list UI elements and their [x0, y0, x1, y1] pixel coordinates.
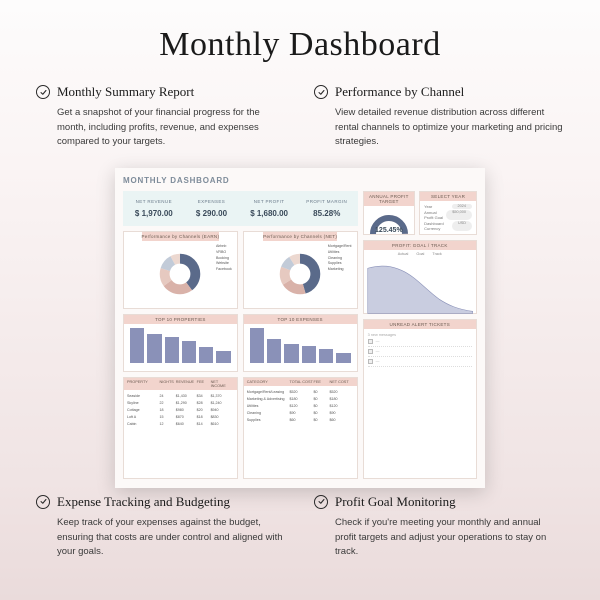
feature-title: Expense Tracking and Budgeting — [57, 494, 230, 510]
bars-right: TOP 10 EXPENSES — [243, 314, 358, 372]
kpi-value: $ 1,970.00 — [127, 209, 181, 218]
area-tab[interactable]: Track — [432, 252, 441, 256]
message-row[interactable]: — — [368, 357, 472, 367]
area-tab[interactable]: Actual — [398, 252, 409, 256]
gauge-header: ANNUAL PROFIT TARGET — [364, 192, 415, 206]
gauge-value: 125.45% — [364, 227, 415, 234]
checkbox-icon[interactable] — [368, 359, 373, 364]
donut-right: Performance by Channels (NET) Mortgage/R… — [243, 231, 358, 309]
th: TOTAL COST — [289, 380, 313, 384]
sel-value[interactable]: 2024 — [452, 204, 472, 209]
th: NIGHTS — [159, 380, 175, 388]
donut-header: Performance by Channels (EARN) — [142, 232, 220, 241]
select-header: SELECT YEAR — [420, 192, 476, 201]
table-row: Loft A15$870$18$830 — [127, 413, 234, 420]
check-icon — [314, 85, 328, 99]
table-row: Skyline22$1,290$28$1,240 — [127, 399, 234, 406]
donut-legend: Airbnb VRBO Booking Website Facebook — [216, 244, 232, 273]
gauge-box: ANNUAL PROFIT TARGET 125.45% — [363, 191, 416, 235]
sel-label: Dashboard Currency — [424, 221, 452, 231]
sel-label: Annual Profit Goal — [424, 210, 446, 220]
check-icon — [314, 495, 328, 509]
th: NET COST — [330, 380, 354, 384]
table-row: Seaside24$1,430$34$1,370 — [127, 392, 234, 399]
sel-label: Year — [424, 204, 432, 209]
feature-expense: Expense Tracking and Budgeting Keep trac… — [36, 494, 286, 560]
table-row: Mortgage/Rent/Leasing$520$0$520 — [247, 388, 354, 395]
kpi-label: EXPENSES — [185, 199, 239, 204]
table-row: Utilities$120$0$120 — [247, 402, 354, 409]
select-box: SELECT YEAR Year 2024 Annual Profit Goal$… — [419, 191, 477, 235]
bars-left: TOP 10 PROPERTIES — [123, 314, 238, 372]
table-expenses: CATEGORY TOTAL COST FEE NET COST Mortgag… — [243, 377, 358, 479]
table-row: Cleaning$90$0$90 — [247, 409, 354, 416]
th: NET INCOME — [211, 380, 234, 388]
area-tab[interactable]: Goal — [416, 252, 424, 256]
check-icon — [36, 85, 50, 99]
checkbox-icon[interactable] — [368, 349, 373, 354]
sel-value[interactable]: $50,000 — [446, 210, 472, 220]
th: FEE — [197, 380, 211, 388]
feature-desc: Keep track of your expenses against the … — [36, 516, 286, 560]
bar-chart-icon — [244, 324, 357, 371]
table-row: Marketing & Advertising$180$0$180 — [247, 395, 354, 402]
kpi-label: NET PROFIT — [242, 199, 296, 204]
sel-value[interactable]: USD — [452, 221, 472, 231]
th: FEE — [314, 380, 330, 384]
kpi-label: NET REVENUE — [127, 199, 181, 204]
area-header: PROFIT: GOAL / TRACK — [364, 241, 476, 250]
donut-header: Performance by Channels (NET) — [263, 232, 337, 241]
bars-header: TOP 10 PROPERTIES — [124, 315, 237, 324]
feature-profit: Profit Goal Monitoring Check if you're m… — [314, 494, 564, 560]
feature-desc: Get a snapshot of your financial progres… — [36, 106, 286, 150]
donut-legend: Mortgage/Rent Utilities Cleaning Supplie… — [328, 244, 352, 273]
dashboard-screenshot: MONTHLY DASHBOARD NET REVENUE $ 1,970.00 … — [115, 168, 485, 488]
kpi-row: NET REVENUE $ 1,970.00 EXPENSES $ 290.00 N… — [123, 191, 358, 226]
kpi-value: 85.28% — [300, 209, 354, 218]
feature-title: Profit Goal Monitoring — [335, 494, 456, 510]
feature-channel: Performance by Channel View detailed rev… — [314, 84, 564, 150]
check-icon — [36, 495, 50, 509]
area-chart: PROFIT: GOAL / TRACK Actual Goal Track — [363, 240, 477, 314]
messages-box: UNREAD ALERT TICKETS 3 new messages — — … — [363, 319, 477, 479]
donut-chart-icon — [277, 251, 323, 297]
page-title: Monthly Dashboard — [0, 0, 600, 64]
dashboard-title: MONTHLY DASHBOARD — [123, 176, 477, 185]
table-row: Cabin12$640$14$610 — [127, 420, 234, 427]
donut-left: Performance by Channels (EARN) Airbnb VR… — [123, 231, 238, 309]
donut-chart-icon — [157, 251, 203, 297]
th: PROPERTY — [127, 380, 159, 388]
area-chart-icon — [364, 258, 476, 315]
feature-desc: View detailed revenue distribution acros… — [314, 106, 564, 150]
feature-title: Monthly Summary Report — [57, 84, 194, 100]
feature-summary: Monthly Summary Report Get a snapshot of… — [36, 84, 286, 150]
messages-header: UNREAD ALERT TICKETS — [364, 320, 476, 329]
feature-desc: Check if you're meeting your monthly and… — [314, 516, 564, 560]
th: REVENUE — [176, 380, 197, 388]
features-top: Monthly Summary Report Get a snapshot of… — [0, 64, 600, 160]
table-properties: PROPERTY NIGHTS REVENUE FEE NET INCOME S… — [123, 377, 238, 479]
table-row: Cottage18$980$20$940 — [127, 406, 234, 413]
checkbox-icon[interactable] — [368, 339, 373, 344]
kpi-value: $ 290.00 — [185, 209, 239, 218]
message-row[interactable]: — — [368, 347, 472, 357]
bar-chart-icon — [124, 324, 237, 371]
message-row[interactable]: — — [368, 337, 472, 347]
table-row: Supplies$60$0$60 — [247, 416, 354, 423]
kpi-label: PROFIT MARGIN — [300, 199, 354, 204]
bars-header: TOP 10 EXPENSES — [244, 315, 357, 324]
th: CATEGORY — [247, 380, 290, 384]
features-bottom: Expense Tracking and Budgeting Keep trac… — [0, 494, 600, 570]
feature-title: Performance by Channel — [335, 84, 464, 100]
kpi-value: $ 1,680.00 — [242, 209, 296, 218]
